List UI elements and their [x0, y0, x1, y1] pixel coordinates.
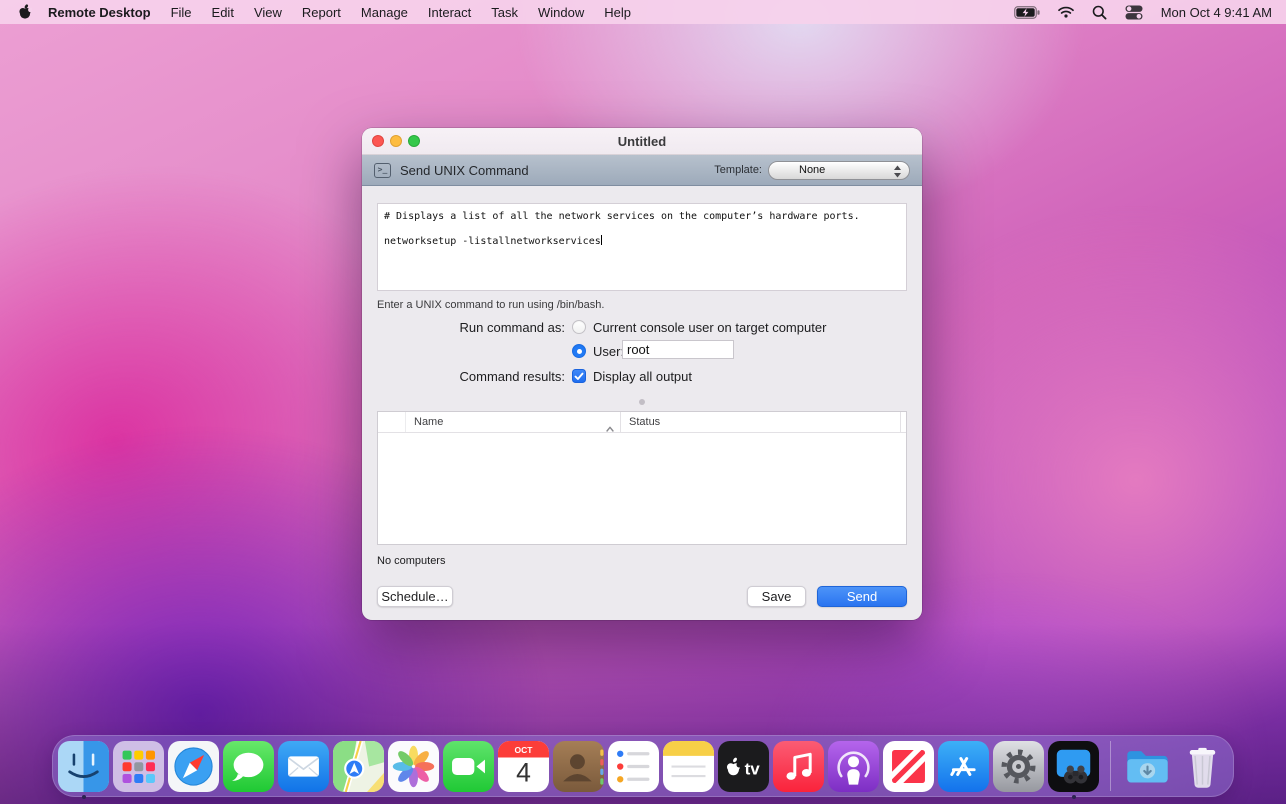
menubar-status-area: Mon Oct 4 9:41 AM	[1013, 5, 1272, 20]
menu-window[interactable]: Window	[528, 5, 594, 20]
dock: OCT 4 tv	[52, 735, 1234, 799]
dock-divider	[1110, 741, 1111, 791]
wifi-icon[interactable]	[1057, 6, 1074, 18]
dock-downloads-icon[interactable]	[1122, 741, 1173, 792]
dock-trash-icon[interactable]	[1177, 741, 1228, 792]
sort-ascending-icon	[606, 419, 614, 437]
save-button[interactable]: Save	[747, 586, 806, 607]
schedule-button[interactable]: Schedule…	[377, 586, 453, 607]
dock-remote-desktop-icon[interactable]	[1048, 740, 1099, 799]
dock-facetime-icon[interactable]	[443, 740, 494, 792]
column-header-status[interactable]: Status	[621, 412, 900, 432]
user-label: User:	[593, 343, 625, 359]
dock-maps-icon[interactable]	[333, 740, 384, 792]
zoom-button[interactable]	[408, 135, 420, 147]
command-hint-text: Enter a UNIX command to run using /bin/b…	[377, 299, 605, 311]
dock-app-store-icon[interactable]	[938, 740, 989, 792]
terminal-icon: >_	[374, 162, 391, 178]
dock-news-icon[interactable]	[883, 740, 934, 792]
menu-view[interactable]: View	[244, 5, 292, 20]
table-header-row: Name Status	[378, 412, 906, 433]
menu-report[interactable]: Report	[292, 5, 351, 20]
search-icon[interactable]	[1092, 5, 1107, 20]
menubar-app-name[interactable]: Remote Desktop	[48, 5, 151, 20]
run-as-row: Run command as: Current console user on …	[362, 318, 922, 336]
table-leading-column	[378, 412, 406, 432]
running-indicator	[1071, 794, 1076, 799]
dock-music-icon[interactable]	[773, 740, 824, 792]
command-results-label: Command results:	[459, 368, 565, 384]
status-text: No computers	[377, 555, 446, 567]
run-as-label: Run command as:	[459, 319, 566, 335]
text-caret	[600, 235, 602, 245]
menubar-clock[interactable]: Mon Oct 4 9:41 AM	[1161, 5, 1272, 20]
menu-edit[interactable]: Edit	[202, 5, 244, 20]
menu-task[interactable]: Task	[481, 5, 528, 20]
dock-podcasts-icon[interactable]	[828, 740, 879, 792]
menu-help[interactable]: Help	[594, 5, 641, 20]
dock-photos-icon[interactable]	[388, 740, 439, 792]
dock-system-preferences-icon[interactable]	[993, 740, 1044, 792]
dock-contacts-icon[interactable]	[553, 740, 604, 792]
command-line: networksetup -listallnetworkservices	[384, 236, 601, 247]
command-comment-line: # Displays a list of all the network ser…	[384, 211, 860, 222]
user-row: User:	[362, 340, 922, 360]
console-user-radio[interactable]	[572, 320, 586, 334]
dock-apple-tv-icon[interactable]: tv	[718, 740, 769, 792]
user-option: User:	[572, 344, 624, 359]
minimize-button[interactable]	[390, 135, 402, 147]
dock-notes-icon[interactable]	[663, 740, 714, 792]
task-header: >_ Send UNIX Command Template: None	[362, 155, 922, 186]
user-field[interactable]	[622, 340, 734, 359]
splitter-handle[interactable]	[639, 399, 645, 405]
calendar-day-label: 4	[516, 757, 531, 787]
dock-mail-icon[interactable]	[278, 740, 329, 792]
menu-bar: Remote Desktop File Edit View Report Man…	[0, 0, 1286, 24]
menu-file[interactable]: File	[161, 5, 202, 20]
column-header-name[interactable]: Name	[406, 412, 621, 432]
send-unix-command-window: Untitled >_ Send UNIX Command Template: …	[362, 128, 922, 620]
computers-table[interactable]: Name Status	[377, 411, 907, 545]
console-user-label: Current console user on target computer	[593, 319, 827, 335]
popup-arrows-icon	[893, 165, 902, 183]
dock-launchpad-icon[interactable]	[113, 740, 164, 792]
template-label: Template:	[714, 164, 762, 176]
command-text-area[interactable]: # Displays a list of all the network ser…	[377, 203, 907, 291]
traffic-lights	[372, 128, 420, 154]
name-column-label: Name	[414, 416, 444, 428]
apple-tv-label: tv	[745, 759, 761, 778]
battery-charging-icon[interactable]	[1013, 5, 1040, 19]
console-user-option: Current console user on target computer	[572, 320, 826, 335]
task-title: Send UNIX Command	[400, 162, 529, 178]
display-all-label: Display all output	[593, 368, 692, 384]
template-selected-value: None	[799, 164, 826, 176]
status-column-label: Status	[629, 416, 661, 428]
send-button[interactable]: Send	[817, 586, 907, 607]
apple-menu-icon[interactable]	[18, 4, 32, 20]
control-center-icon[interactable]	[1125, 5, 1143, 20]
calendar-month-label: OCT	[515, 745, 534, 755]
template-control: Template: None	[714, 160, 910, 183]
dock-calendar-icon[interactable]: OCT 4	[498, 740, 549, 792]
window-title: Untitled	[617, 133, 667, 149]
window-titlebar[interactable]: Untitled	[362, 128, 922, 155]
template-popup-button[interactable]: None	[768, 160, 910, 183]
menu-manage[interactable]: Manage	[351, 5, 418, 20]
display-all-checkbox[interactable]	[572, 369, 586, 383]
display-all-option: Display all output	[572, 369, 692, 384]
running-indicator	[81, 794, 86, 799]
dock-messages-icon[interactable]	[223, 740, 274, 792]
dock-finder-icon[interactable]	[58, 740, 109, 799]
menu-items: File Edit View Report Manage Interact Ta…	[161, 5, 641, 20]
command-results-row: Command results: Display all output	[362, 367, 922, 385]
close-button[interactable]	[372, 135, 384, 147]
menu-interact[interactable]: Interact	[418, 5, 481, 20]
table-trailing-column	[900, 412, 906, 432]
dock-safari-icon[interactable]	[168, 740, 219, 792]
user-radio[interactable]	[572, 344, 586, 358]
dock-reminders-icon[interactable]	[608, 740, 659, 792]
